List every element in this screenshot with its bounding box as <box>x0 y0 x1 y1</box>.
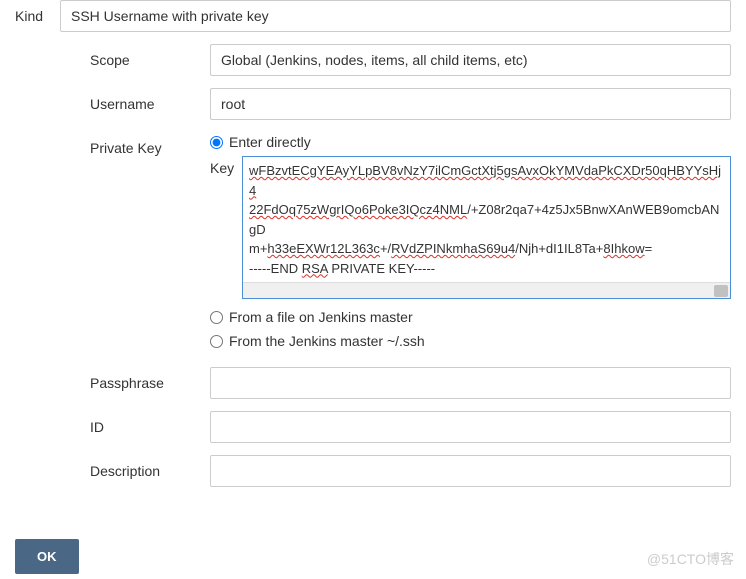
radio-from-ssh-row: From the Jenkins master ~/.ssh <box>210 331 731 349</box>
description-label: Description <box>90 455 210 479</box>
id-row: ID <box>90 411 731 443</box>
passphrase-input[interactable] <box>210 367 731 399</box>
scrollbar-horizontal[interactable] <box>243 282 730 298</box>
radio-enter-directly-row: Enter directly <box>210 132 731 150</box>
passphrase-label: Passphrase <box>90 367 210 391</box>
watermark: @51CTO博客 <box>647 549 734 569</box>
key-textarea-wrap: wFBzvtECgYEAyYLpBV8vNzY7ilCmGctXtj5gsAvx… <box>242 156 731 299</box>
private-key-label: Private Key <box>90 132 210 156</box>
description-input[interactable] <box>210 455 731 487</box>
kind-row: Kind SSH Username with private key <box>15 0 731 32</box>
key-label: Key <box>210 156 242 176</box>
scope-label: Scope <box>90 44 210 68</box>
radio-from-ssh[interactable] <box>210 335 223 348</box>
id-label: ID <box>90 411 210 435</box>
radio-from-file-row: From a file on Jenkins master <box>210 307 731 325</box>
kind-label: Kind <box>15 0 60 24</box>
radio-from-ssh-label: From the Jenkins master ~/.ssh <box>229 333 425 349</box>
username-row: Username <box>90 88 731 120</box>
radio-enter-directly[interactable] <box>210 136 223 149</box>
private-key-row: Private Key Enter directly Key wFBzvtECg… <box>90 132 731 355</box>
username-label: Username <box>90 88 210 112</box>
radio-from-file-label: From a file on Jenkins master <box>229 309 413 325</box>
scrollbar-thumb[interactable] <box>714 285 728 297</box>
username-input[interactable] <box>210 88 731 120</box>
passphrase-row: Passphrase <box>90 367 731 399</box>
ok-button[interactable]: OK <box>15 539 79 574</box>
radio-enter-directly-label: Enter directly <box>229 134 311 150</box>
id-input[interactable] <box>210 411 731 443</box>
key-textarea[interactable]: wFBzvtECgYEAyYLpBV8vNzY7ilCmGctXtj5gsAvx… <box>243 157 730 282</box>
kind-select[interactable]: SSH Username with private key <box>60 0 731 32</box>
key-section: Key wFBzvtECgYEAyYLpBV8vNzY7ilCmGctXtj5g… <box>210 156 731 299</box>
description-row: Description <box>90 455 731 487</box>
radio-from-file[interactable] <box>210 311 223 324</box>
scope-row: Scope Global (Jenkins, nodes, items, all… <box>90 44 731 76</box>
scope-select[interactable]: Global (Jenkins, nodes, items, all child… <box>210 44 731 76</box>
